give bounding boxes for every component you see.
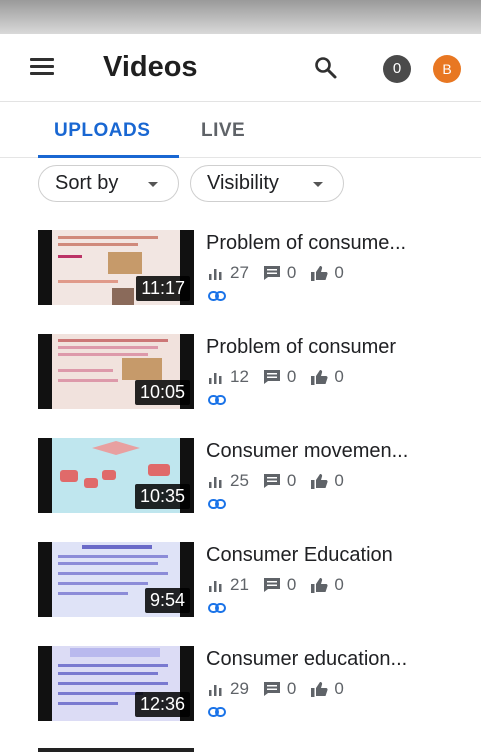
view-count: 12	[230, 367, 249, 386]
comment-count: 0	[286, 367, 297, 386]
video-title[interactable]: Problem of consumer	[206, 336, 476, 359]
video-thumbnail[interactable]: 9:54	[38, 542, 194, 617]
tab-uploads[interactable]: UPLOADS	[54, 120, 150, 142]
tab-live[interactable]: LIVE	[201, 120, 245, 142]
video-stats: 29 0 0	[208, 679, 358, 699]
like-count: 0	[334, 679, 344, 698]
view-count: 29	[230, 679, 249, 698]
comment-icon	[263, 266, 280, 280]
active-tab-indicator	[38, 155, 179, 158]
visibility-dropdown[interactable]: Visibility	[190, 165, 344, 202]
video-title[interactable]: Problem of consume...	[206, 232, 476, 255]
video-stats: 12 0 0	[208, 367, 358, 387]
link-icon[interactable]	[208, 706, 226, 718]
notification-badge[interactable]: 0	[383, 55, 411, 83]
video-item[interactable]: 9:54 Consumer Education 21 0 0	[0, 542, 481, 646]
video-duration: 12:36	[134, 692, 190, 717]
video-stats: 25 0 0	[208, 471, 358, 491]
video-title[interactable]: Consumer Education	[206, 544, 476, 567]
link-icon[interactable]	[208, 290, 226, 302]
thumb-up-icon	[311, 578, 328, 593]
tab-bar: UPLOADS LIVE	[0, 102, 481, 158]
thumb-up-icon	[311, 682, 328, 697]
video-item[interactable]: 10:35 Consumer movemen... 25 0 0	[0, 438, 481, 542]
video-thumbnail[interactable]: 10:35	[38, 438, 194, 513]
video-title[interactable]: Consumer education...	[206, 648, 476, 671]
video-duration: 10:35	[134, 484, 190, 509]
video-thumbnail[interactable]: 10:05	[38, 334, 194, 409]
comment-count: 0	[286, 575, 297, 594]
link-icon[interactable]	[208, 394, 226, 406]
thumb-up-icon	[311, 370, 328, 385]
avatar[interactable]: B	[433, 55, 461, 83]
link-icon[interactable]	[208, 498, 226, 510]
view-count: 21	[230, 575, 249, 594]
like-count: 0	[334, 575, 344, 594]
page-title: Videos	[103, 51, 198, 83]
view-count: 25	[230, 471, 249, 490]
visibility-label: Visibility	[207, 172, 279, 194]
caret-down-icon	[148, 182, 158, 187]
video-duration: 9:54	[144, 588, 190, 613]
comment-count: 0	[286, 471, 297, 490]
video-duration: 10:05	[134, 380, 190, 405]
video-item[interactable]: 11:17 Problem of consume... 27 0 0	[0, 230, 481, 334]
bar-chart-icon	[209, 477, 222, 488]
comment-icon	[263, 370, 280, 384]
video-title[interactable]: Consumer movemen...	[206, 440, 476, 463]
video-stats: 21 0 0	[208, 575, 358, 595]
menu-icon[interactable]	[30, 57, 56, 77]
video-thumbnail[interactable]: 12:36	[38, 646, 194, 721]
app-bar: Videos 0 B	[0, 34, 481, 102]
comment-icon	[263, 578, 280, 592]
video-duration: 11:17	[136, 276, 190, 301]
comment-icon	[263, 474, 280, 488]
video-stats: 27 0 0	[208, 263, 358, 283]
sort-by-dropdown[interactable]: Sort by	[38, 165, 179, 202]
status-bar	[0, 0, 481, 34]
video-thumbnail[interactable]: 11:17	[38, 230, 194, 305]
bar-chart-icon	[209, 269, 222, 280]
video-item[interactable]: 10:05 Problem of consumer 12 0 0	[0, 334, 481, 438]
bar-chart-icon	[209, 581, 222, 592]
next-video-thumbnail-peek	[38, 748, 194, 752]
thumb-up-icon	[311, 266, 328, 281]
link-icon[interactable]	[208, 602, 226, 614]
bar-chart-icon	[209, 373, 222, 384]
like-count: 0	[334, 471, 344, 490]
like-count: 0	[334, 263, 344, 282]
caret-down-icon	[313, 182, 323, 187]
comment-count: 0	[286, 263, 297, 282]
like-count: 0	[334, 367, 344, 386]
comment-icon	[263, 682, 280, 696]
comment-count: 0	[286, 679, 297, 698]
thumb-up-icon	[311, 474, 328, 489]
sort-by-label: Sort by	[55, 172, 119, 194]
view-count: 27	[230, 263, 249, 282]
bar-chart-icon	[209, 685, 222, 696]
search-icon[interactable]	[312, 54, 340, 82]
video-item[interactable]: 12:36 Consumer education... 29 0 0	[0, 646, 481, 750]
